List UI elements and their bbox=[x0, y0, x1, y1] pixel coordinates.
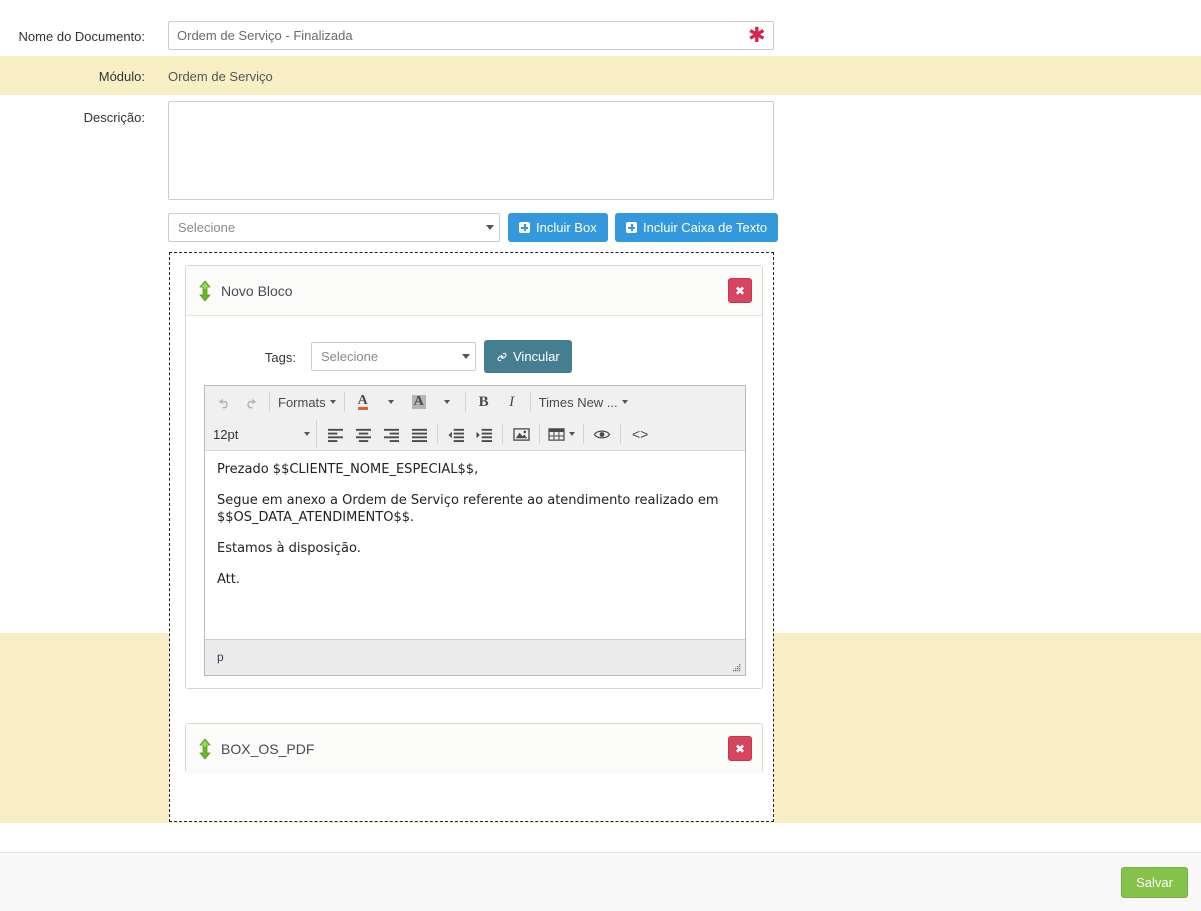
toolbar-separator bbox=[539, 424, 540, 444]
descricao-textarea[interactable] bbox=[168, 101, 774, 200]
editor-toolbar-row-2: 12pt <> bbox=[205, 418, 745, 450]
modulo-label: Módulo: bbox=[98, 69, 145, 84]
align-center-icon[interactable] bbox=[349, 420, 377, 448]
descricao-label: Descrição: bbox=[83, 110, 145, 125]
plus-icon bbox=[519, 222, 530, 233]
link-icon bbox=[497, 352, 507, 361]
toolbar-separator bbox=[620, 424, 621, 444]
toolbar-separator bbox=[464, 392, 466, 412]
rich-text-editor: Formats A A B I Times New ... 12pt <> Pr… bbox=[204, 385, 746, 676]
resize-grip-icon[interactable] bbox=[731, 662, 741, 672]
text-color-button[interactable]: A bbox=[349, 388, 377, 416]
editor-element-path[interactable]: p bbox=[217, 650, 224, 664]
document-template-editor-page: Nome do Documento: ✱ Módulo: Ordem de Se… bbox=[0, 0, 1201, 911]
text-color-label: A bbox=[357, 393, 368, 410]
chevron-down-icon bbox=[443, 400, 450, 404]
font-family-label: Times New ... bbox=[538, 394, 618, 410]
align-right-icon[interactable] bbox=[377, 420, 405, 448]
editor-content-area[interactable]: Prezado $$CLIENTE_NOME_ESPECIAL$$, Segue… bbox=[205, 451, 745, 631]
background-color-button[interactable]: A bbox=[405, 388, 433, 416]
box-type-select[interactable]: Selecione bbox=[168, 213, 500, 242]
incluir-box-label: Incluir Box bbox=[536, 220, 597, 235]
plus-icon bbox=[626, 222, 637, 233]
required-asterisk-icon: ✱ bbox=[748, 23, 766, 47]
chevron-down-icon bbox=[329, 400, 336, 404]
editor-toolbar: Formats A A B I Times New ... 12pt <> bbox=[205, 386, 745, 451]
font-family-select[interactable]: Times New ... bbox=[535, 388, 632, 416]
save-button[interactable]: Salvar bbox=[1121, 867, 1188, 898]
outdent-icon[interactable] bbox=[442, 420, 470, 448]
undo-icon[interactable] bbox=[209, 388, 237, 416]
block-novo-bloco: Novo Bloco ✖ Tags: Selecione Vincular Fo… bbox=[185, 265, 763, 689]
modulo-value: Ordem de Serviço bbox=[168, 69, 273, 84]
block-header: BOX_OS_PDF ✖ bbox=[186, 724, 762, 774]
incluir-box-button[interactable]: Incluir Box bbox=[508, 213, 608, 242]
background-color-dropdown[interactable] bbox=[433, 388, 461, 416]
formats-label: Formats bbox=[278, 394, 326, 410]
incluir-caixa-texto-label: Incluir Caixa de Texto bbox=[643, 220, 768, 235]
block-header: Novo Bloco ✖ bbox=[186, 266, 762, 316]
delete-block-button[interactable]: ✖ bbox=[728, 278, 752, 303]
bold-button[interactable]: B bbox=[470, 388, 498, 416]
eye-icon[interactable] bbox=[588, 420, 616, 448]
blocks-drop-region: Novo Bloco ✖ Tags: Selecione Vincular Fo… bbox=[169, 252, 774, 822]
tags-label: Tags: bbox=[264, 350, 296, 365]
toolbar-separator bbox=[502, 424, 503, 444]
doc-name-input[interactable] bbox=[168, 21, 774, 50]
redo-icon[interactable] bbox=[237, 388, 265, 416]
footer-bar: Salvar bbox=[0, 853, 1201, 911]
editor-paragraph: Estamos à disposição. bbox=[217, 541, 361, 556]
editor-statusbar: p bbox=[205, 639, 745, 675]
editor-toolbar-row-1: Formats A A B I Times New ... bbox=[205, 386, 745, 418]
vincular-label: Vincular bbox=[513, 349, 560, 364]
block-title: Novo Bloco bbox=[221, 282, 293, 299]
delete-block-button[interactable]: ✖ bbox=[728, 736, 752, 761]
align-left-icon[interactable] bbox=[321, 420, 349, 448]
font-size-select[interactable]: 12pt bbox=[205, 420, 317, 448]
indent-icon[interactable] bbox=[470, 420, 498, 448]
font-size-label: 12pt bbox=[213, 426, 239, 442]
chevron-down-icon bbox=[569, 432, 575, 436]
table-icon[interactable] bbox=[544, 420, 579, 448]
incluir-caixa-texto-button[interactable]: Incluir Caixa de Texto bbox=[615, 213, 779, 242]
source-code-button[interactable]: <> bbox=[625, 420, 655, 448]
editor-paragraph: Att. bbox=[217, 572, 240, 587]
chevron-down-icon bbox=[486, 225, 494, 230]
formats-menu-button[interactable]: Formats bbox=[274, 388, 340, 416]
chevron-down-icon bbox=[621, 400, 628, 404]
toolbar-separator bbox=[343, 392, 345, 412]
block-box-os-pdf: BOX_OS_PDF ✖ bbox=[185, 723, 763, 774]
toolbar-separator bbox=[269, 392, 270, 412]
toolbar-separator bbox=[583, 424, 584, 444]
drag-handle-icon[interactable] bbox=[197, 738, 213, 760]
toolbar-separator bbox=[437, 424, 438, 444]
toolbar-separator bbox=[529, 392, 531, 412]
vincular-button[interactable]: Vincular bbox=[484, 340, 572, 373]
text-color-dropdown[interactable] bbox=[377, 388, 405, 416]
bg-color-label: A bbox=[411, 394, 426, 409]
doc-name-label: Nome do Documento: bbox=[18, 29, 145, 44]
tags-select[interactable]: Selecione bbox=[311, 342, 476, 371]
block-title: BOX_OS_PDF bbox=[221, 741, 315, 757]
italic-button[interactable]: I bbox=[498, 388, 526, 416]
align-justify-icon[interactable] bbox=[405, 420, 433, 448]
chevron-down-icon bbox=[462, 354, 470, 359]
chevron-down-icon bbox=[387, 400, 394, 404]
editor-paragraph: Segue em anexo a Ordem de Serviço refere… bbox=[217, 493, 719, 525]
drag-handle-icon[interactable] bbox=[197, 279, 213, 302]
editor-paragraph: Prezado $$CLIENTE_NOME_ESPECIAL$$, bbox=[217, 462, 479, 477]
chevron-down-icon bbox=[304, 432, 310, 436]
image-icon[interactable] bbox=[507, 420, 535, 448]
